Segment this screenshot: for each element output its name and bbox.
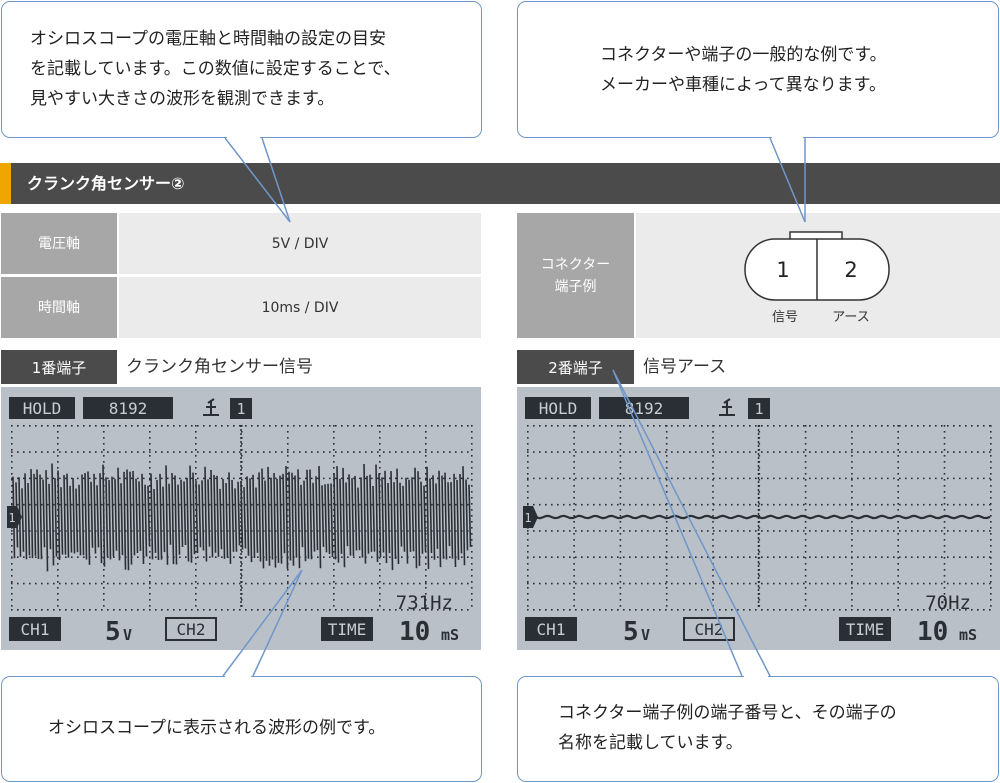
time-text: TIME bbox=[328, 620, 367, 639]
volt-div-unit: V bbox=[123, 626, 132, 644]
hold-text: HOLD bbox=[539, 399, 578, 418]
pin2-description: 信号アース bbox=[643, 357, 727, 377]
time-text: TIME bbox=[846, 620, 885, 639]
ch1-text: CH1 bbox=[537, 620, 566, 639]
connector-label-line: 端子例 bbox=[554, 278, 597, 295]
volt-div-number: 5 bbox=[105, 617, 121, 647]
callout-settings-explanation: オシロスコープの電圧軸と時間軸の設定の目安 を記載しています。この数値に設定する… bbox=[1, 1, 482, 138]
hold-text: HOLD bbox=[23, 399, 62, 418]
scope-display: HOLD 8192 1 1 731Hz CH1 5 V CH2 TIME 10 … bbox=[7, 397, 473, 647]
ch1-text: CH1 bbox=[21, 620, 50, 639]
trigger-channel: 1 bbox=[754, 400, 763, 418]
callout-text-line: コネクターや端子の一般的な例です。 bbox=[600, 45, 887, 65]
section-header: クランク角センサー② bbox=[0, 163, 1000, 204]
pin1-name: 信号 bbox=[772, 310, 798, 325]
time-div-unit: mS bbox=[959, 626, 977, 644]
ch2-text: CH2 bbox=[177, 620, 206, 639]
time-axis-label: 時間軸 bbox=[1, 277, 117, 338]
sample-count: 8192 bbox=[625, 399, 664, 418]
voltage-axis-label: 電圧軸 bbox=[1, 213, 117, 274]
time-div-number: 10 bbox=[399, 617, 430, 647]
connector-diagram-panel: 1 2 信号 アース bbox=[636, 213, 1000, 338]
scope-waveform bbox=[535, 514, 991, 520]
callout-text-line: 見やすい大きさの波形を観測できます。 bbox=[30, 89, 335, 109]
ch2-text: CH2 bbox=[695, 620, 724, 639]
voltage-axis-value: 5V / DIV bbox=[119, 213, 481, 274]
pin1-number: 1 bbox=[776, 258, 789, 282]
time-div-unit: mS bbox=[441, 626, 459, 644]
frequency-readout: 731Hz bbox=[396, 592, 453, 614]
callout-text-line: 名称を記載しています。 bbox=[558, 733, 743, 753]
oscilloscope-screen-pin1: HOLD 8192 1 1 731Hz CH1 5 V CH2 TIME 10 … bbox=[1, 387, 481, 650]
waveform-trace bbox=[535, 514, 991, 520]
connector-label-line: コネクター bbox=[540, 256, 611, 273]
callout-pin-explanation: コネクター端子例の端子番号と、その端子の 名称を記載しています。 bbox=[517, 676, 999, 782]
pin2-number: 2 bbox=[844, 258, 857, 282]
callout-text-line: を記載しています。この数値に設定することで、 bbox=[30, 59, 401, 79]
sample-count: 8192 bbox=[109, 399, 148, 418]
oscilloscope-screen-pin2: HOLD 8192 1 1 70Hz CH1 5 V CH2 TIME 10 m… bbox=[517, 387, 1000, 650]
pin1-description: クランク角センサー信号 bbox=[126, 357, 313, 377]
time-div-number: 10 bbox=[917, 617, 948, 647]
time-axis-value: 10ms / DIV bbox=[119, 277, 481, 338]
header-accent bbox=[0, 163, 11, 204]
connector-example-label: コネクター 端子例 bbox=[517, 213, 634, 338]
frequency-readout: 70Hz bbox=[925, 592, 971, 614]
callout-text-line: コネクター端子例の端子番号と、その端子の bbox=[558, 703, 897, 723]
trigger-channel: 1 bbox=[236, 400, 245, 418]
pin2-name: アース bbox=[832, 310, 870, 325]
pin1-label: 1番端子 bbox=[1, 350, 117, 384]
channel-marker-label: 1 bbox=[524, 511, 531, 525]
volt-div-number: 5 bbox=[623, 617, 639, 647]
section-title: クランク角センサー② bbox=[27, 174, 185, 193]
callout-waveform-explanation: オシロスコープに表示される波形の例です。 bbox=[1, 676, 482, 782]
scope-display: HOLD 8192 1 1 70Hz CH1 5 V CH2 TIME 10 m… bbox=[523, 397, 992, 647]
callout-text-line: オシロスコープに表示される波形の例です。 bbox=[48, 718, 386, 738]
trigger-edge-icon bbox=[719, 398, 735, 416]
channel-marker-label: 1 bbox=[8, 511, 15, 525]
callout-connector-explanation: コネクターや端子の一般的な例です。 メーカーや車種によって異なります。 bbox=[517, 1, 999, 138]
callout-text-line: オシロスコープの電圧軸と時間軸の設定の目安 bbox=[30, 29, 386, 49]
connector-diagram: 1 2 信号 アース bbox=[744, 231, 890, 325]
trigger-edge-icon bbox=[203, 398, 219, 416]
volt-div-unit: V bbox=[641, 626, 650, 644]
pin2-label: 2番端子 bbox=[517, 350, 634, 384]
callout-text-line: メーカーや車種によって異なります。 bbox=[600, 75, 886, 95]
